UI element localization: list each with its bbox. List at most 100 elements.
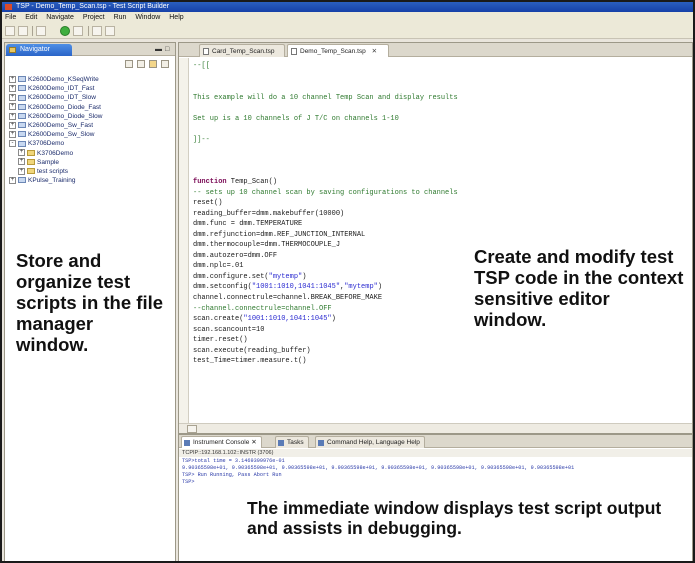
menu-navigate[interactable]: Navigate [46, 14, 74, 21]
collapse-icon[interactable]: - [9, 140, 16, 148]
tree-item[interactable]: + test scripts [9, 167, 173, 176]
tree-item[interactable]: - K3706Demo [9, 139, 173, 148]
console-line: 9.90365598e+01, 9.90365598e+01, 9.903655… [182, 465, 575, 471]
tab-tasks[interactable]: Tasks [275, 436, 309, 448]
console-line: TSP>total time = 3.1469399976e-01 [182, 458, 285, 464]
tab-demo-temp-scan[interactable]: Demo_Temp_Scan.tsp ✕ [287, 44, 389, 57]
tree-item[interactable]: + K2600Demo_Diode_Fast [9, 103, 173, 112]
tree-item[interactable]: + K2600Demo_KSeqWrite [9, 75, 173, 84]
expand-icon[interactable]: + [18, 167, 25, 175]
expand-icon[interactable]: + [9, 75, 16, 83]
tree-item[interactable]: + K2600Demo_IDT_Slow [9, 93, 173, 102]
console-icon [184, 440, 190, 446]
folder-icon [9, 47, 16, 53]
scrollbar-thumb[interactable] [187, 425, 197, 433]
menu-project[interactable]: Project [83, 14, 105, 21]
editor-tabs: Card_Temp_Scan.tsp Demo_Temp_Scan.tsp ✕ [179, 43, 692, 57]
code-token: --channel.connectrule=channel.OFF [193, 304, 332, 313]
console-line: TSP> Run Running, Pass Abort Run [182, 472, 282, 478]
menu-file[interactable]: File [5, 14, 16, 21]
tree-item-label: K3706Demo [37, 149, 74, 157]
expand-icon[interactable]: + [9, 112, 16, 120]
project-icon [18, 85, 26, 92]
project-icon [18, 140, 26, 147]
tree-item-label: K3706Demo [28, 140, 65, 148]
code-token: "1001:1010,1041:1045" [243, 315, 332, 324]
folder-icon [27, 149, 35, 156]
maximize-icon[interactable]: □ [165, 46, 169, 53]
tab-card-temp-scan[interactable]: Card_Temp_Scan.tsp [199, 44, 285, 57]
editor-gutter [179, 58, 189, 433]
tab-command-help[interactable]: Command Help, Language Help [315, 436, 425, 448]
navigator-tab[interactable]: Navigator [6, 44, 72, 56]
navigator-tab-label: Navigator [20, 46, 50, 53]
tree-item-label: K2600Demo_IDT_Fast [28, 85, 95, 93]
back-icon[interactable] [125, 60, 133, 68]
expand-icon[interactable]: + [18, 149, 25, 157]
code-token: ]]-- [193, 135, 210, 144]
debug-icon[interactable] [73, 26, 83, 36]
tree-item[interactable]: + KPulse_Training [9, 176, 173, 185]
project-icon [18, 131, 26, 138]
expand-icon[interactable]: + [9, 121, 16, 129]
print-icon[interactable] [36, 26, 46, 36]
code-token: reading_buffer=dmm.makebuffer(10000) [193, 209, 345, 218]
expand-icon[interactable]: + [9, 103, 16, 111]
tree-item[interactable]: + K3706Demo [9, 149, 173, 158]
menu-help[interactable]: Help [169, 14, 183, 21]
forward-icon[interactable] [105, 26, 115, 36]
code-line: reset() [193, 198, 692, 209]
ide-window: TSP - Demo_Temp_Scan.tsp - Test Script B… [0, 0, 695, 563]
back-icon[interactable] [92, 26, 102, 36]
tree-item-label: K2600Demo_Diode_Slow [28, 112, 103, 120]
tree-item-label: K2600Demo_KSeqWrite [28, 76, 99, 83]
run-icon[interactable] [60, 26, 70, 36]
console-output[interactable]: TSP>total time = 3.1469399976e-01 9.90365… [182, 458, 692, 486]
folder-icon [27, 168, 35, 175]
code-token: scan.create( [193, 315, 244, 324]
expand-icon[interactable]: + [18, 158, 25, 166]
tab-instrument-console[interactable]: Instrument Console ✕ [181, 436, 262, 448]
code-token: dmm.thermocouple=dmm.THERMOCOUPLE_J [193, 241, 341, 250]
tree-item-label: K2600Demo_IDT_Slow [28, 94, 96, 102]
project-icon [18, 94, 26, 101]
menu-run[interactable]: Run [114, 14, 127, 21]
minimize-icon[interactable]: ▬ [155, 46, 162, 53]
close-icon[interactable]: ✕ [372, 48, 377, 55]
new-icon[interactable] [5, 26, 15, 36]
menu-edit[interactable]: Edit [25, 14, 37, 21]
expand-icon[interactable]: + [9, 94, 16, 102]
save-icon[interactable] [18, 26, 28, 36]
view-menu-icon[interactable] [161, 60, 169, 68]
code-line: function Temp_Scan() [193, 177, 692, 188]
project-icon [18, 177, 26, 184]
horizontal-scrollbar[interactable] [179, 423, 692, 433]
tree-item[interactable]: + K2600Demo_Sw_Slow [9, 130, 173, 139]
code-line: scan.execute(reading_buffer) [193, 346, 692, 357]
tree-item[interactable]: + K2600Demo_Sw_Fast [9, 121, 173, 130]
tree-item[interactable]: + K2600Demo_Diode_Slow [9, 112, 173, 121]
expand-icon[interactable]: + [9, 84, 16, 92]
collapse-all-icon[interactable] [149, 60, 157, 68]
expand-icon[interactable]: + [9, 130, 16, 138]
close-icon[interactable]: ✕ [251, 439, 256, 446]
file-icon [291, 48, 297, 55]
code-token: ) [377, 283, 383, 292]
tree-item[interactable]: + Sample [9, 158, 173, 167]
code-token: dmm.refjunction=dmm.REF_JUNCTION_INTERNA… [193, 230, 366, 239]
code-line: dmm.func = dmm.TEMPERATURE [193, 219, 692, 230]
code-token: scan.execute(reading_buffer) [193, 346, 311, 355]
tree-item[interactable]: + K2600Demo_IDT_Fast [9, 84, 173, 93]
tree-item-label: K2600Demo_Diode_Fast [28, 103, 101, 111]
code-token: "mytemp" [268, 272, 303, 281]
expand-icon[interactable]: + [9, 176, 16, 184]
file-manager-header: Navigator ▬ □ [5, 43, 175, 56]
menu-window[interactable]: Window [135, 14, 160, 21]
toolbar-separator [88, 26, 89, 36]
forward-icon[interactable] [137, 60, 145, 68]
tab-label: Card_Temp_Scan.tsp [212, 48, 275, 55]
code-line: ]]-- [193, 135, 692, 146]
